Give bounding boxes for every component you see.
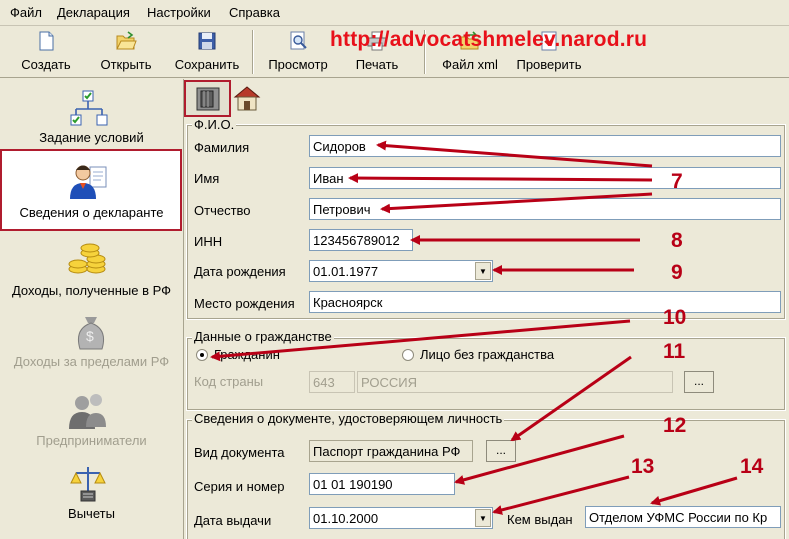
menu-help[interactable]: Справка bbox=[229, 5, 280, 20]
sidebar: Задание условий Сведения о декларанте До… bbox=[0, 79, 183, 539]
tree-checklist-icon bbox=[70, 90, 108, 126]
birthplace-label: Место рождения bbox=[194, 296, 295, 311]
toolbar: Создать Открыть Сохранить Просмотр Печат… bbox=[0, 26, 789, 78]
series-number-label: Серия и номер bbox=[194, 479, 285, 494]
sidebar-item-label: Доходы, полученные в РФ bbox=[11, 283, 172, 298]
annotation-number: 8 bbox=[671, 229, 683, 252]
menu-declaration[interactable]: Декларация bbox=[57, 5, 130, 20]
safe-icon bbox=[196, 87, 220, 111]
toolbar-separator bbox=[252, 30, 254, 74]
issued-by-label: Кем выдан bbox=[507, 512, 573, 527]
document-type-select-button[interactable]: ... bbox=[486, 440, 516, 462]
menu-settings[interactable]: Настройки bbox=[147, 5, 211, 20]
sidebar-item-label: Вычеты bbox=[68, 506, 115, 521]
tab-declarant-data[interactable] bbox=[184, 80, 231, 117]
menu-file[interactable]: Файл bbox=[10, 5, 42, 20]
issue-date-picker[interactable]: 01.10.2000 ▼ bbox=[309, 507, 493, 529]
series-number-field[interactable]: 01 01 190190 bbox=[309, 473, 455, 495]
declarant-panel: Ф.И.О. Фамилия Сидоров Имя Иван Отчество… bbox=[183, 79, 789, 539]
scales-icon bbox=[70, 467, 106, 502]
country-select-button[interactable]: ... bbox=[684, 371, 714, 393]
sidebar-item-label: Предприниматели bbox=[36, 433, 147, 448]
document-group-title: Сведения о документе, удостоверяющем лич… bbox=[192, 411, 505, 426]
surname-label: Фамилия bbox=[194, 140, 250, 155]
new-document-icon bbox=[39, 31, 54, 51]
dropdown-arrow-icon[interactable]: ▼ bbox=[475, 509, 491, 527]
citizen-radio[interactable] bbox=[196, 349, 208, 361]
inn-field[interactable]: 123456789012 bbox=[309, 229, 413, 251]
person-document-icon bbox=[70, 165, 107, 199]
annotation-number: 9 bbox=[671, 261, 683, 284]
document-type-label: Вид документа bbox=[194, 445, 285, 460]
sidebar-item-income-rf[interactable]: Доходы, полученные в РФ bbox=[0, 239, 183, 305]
tab-residence[interactable] bbox=[232, 83, 262, 113]
menu-bar: Файл Декларация Настройки Справка bbox=[0, 0, 789, 26]
citizen-label: Гражданин bbox=[214, 347, 280, 362]
sidebar-item-income-abroad[interactable]: $ Доходы за пределами РФ bbox=[0, 311, 183, 377]
birthdate-value: 01.01.1977 bbox=[313, 264, 379, 279]
floppy-disk-icon bbox=[198, 32, 216, 50]
name-field[interactable]: Иван bbox=[309, 167, 781, 189]
annotation-number: 10 bbox=[663, 306, 687, 329]
sidebar-item-declarant[interactable]: Сведения о декларанте bbox=[0, 159, 183, 229]
country-name-field: РОССИЯ bbox=[357, 371, 673, 393]
stateless-radio[interactable] bbox=[402, 349, 414, 361]
create-button[interactable]: Создать bbox=[14, 30, 78, 76]
country-code-label: Код страны bbox=[194, 374, 264, 389]
watermark-url: http://advocatshmelev.narod.ru bbox=[330, 28, 648, 51]
annotation-number: 14 bbox=[740, 455, 764, 478]
patronymic-label: Отчество bbox=[194, 203, 251, 218]
issue-date-label: Дата выдачи bbox=[194, 513, 272, 528]
svg-text:$: $ bbox=[86, 328, 94, 344]
open-folder-icon bbox=[116, 31, 137, 50]
annotation-number: 12 bbox=[663, 414, 687, 437]
surname-field[interactable]: Сидоров bbox=[309, 135, 781, 157]
country-code-field: 643 bbox=[309, 371, 355, 393]
open-button[interactable]: Открыть bbox=[94, 30, 158, 76]
dropdown-arrow-icon[interactable]: ▼ bbox=[475, 262, 491, 280]
name-label: Имя bbox=[194, 171, 220, 186]
sidebar-item-entrepreneurs[interactable]: Предприниматели bbox=[0, 389, 183, 455]
document-type-field: Паспорт гражданина РФ bbox=[309, 440, 473, 462]
house-icon bbox=[233, 86, 261, 111]
sidebar-item-deductions[interactable]: Вычеты bbox=[0, 463, 183, 529]
businessman-icon bbox=[69, 394, 106, 429]
annotation-number: 7 bbox=[671, 170, 683, 193]
issued-by-field[interactable]: Отделом УФМС России по Кр bbox=[585, 506, 781, 528]
sidebar-item-label: Доходы за пределами РФ bbox=[13, 354, 170, 369]
save-button[interactable]: Сохранить bbox=[168, 30, 246, 76]
preview-magnifier-icon bbox=[290, 31, 307, 50]
birthdate-picker[interactable]: 01.01.1977 ▼ bbox=[309, 260, 493, 282]
annotation-number: 11 bbox=[663, 340, 686, 363]
sidebar-item-label: Задание условий bbox=[39, 130, 144, 145]
money-bag-icon: $ bbox=[77, 317, 105, 350]
inn-label: ИНН bbox=[194, 234, 223, 249]
tab-strip bbox=[184, 79, 789, 117]
issue-date-value: 01.10.2000 bbox=[313, 511, 379, 526]
birthdate-label: Дата рождения bbox=[194, 264, 286, 279]
sidebar-item-conditions[interactable]: Задание условий bbox=[0, 85, 183, 153]
sidebar-item-label: Сведения о декларанте bbox=[19, 205, 164, 220]
citizenship-group-title: Данные о гражданстве bbox=[192, 329, 334, 344]
birthplace-field[interactable]: Красноярск bbox=[309, 291, 781, 313]
stateless-label: Лицо без гражданства bbox=[420, 347, 555, 362]
preview-button[interactable]: Просмотр bbox=[262, 30, 334, 76]
patronymic-field[interactable]: Петрович bbox=[309, 198, 781, 220]
coins-icon bbox=[68, 243, 106, 274]
annotation-number: 13 bbox=[631, 455, 655, 478]
fio-group-title: Ф.И.О. bbox=[192, 117, 237, 132]
